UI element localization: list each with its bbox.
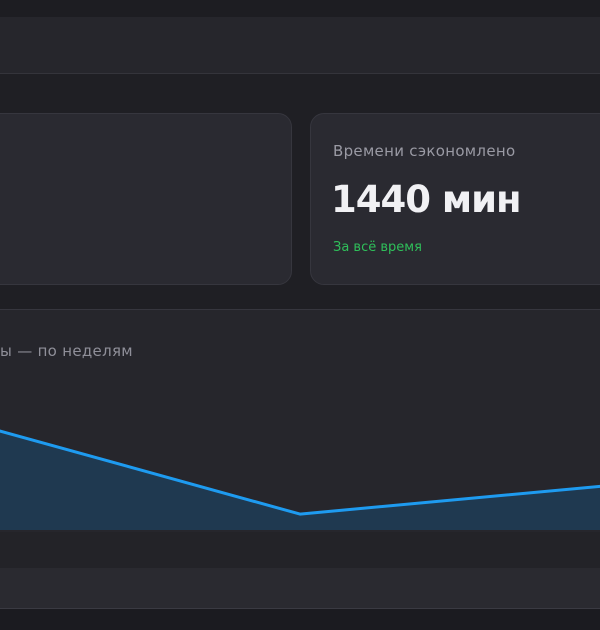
weekly-chart xyxy=(0,429,600,530)
bottom-strip xyxy=(0,609,600,630)
stat-card-time-saved: Времени сэкономлено 1440 мин За всё врем… xyxy=(310,113,600,285)
top-bar xyxy=(0,17,600,74)
chart-bottom-band xyxy=(0,532,600,569)
stat-card-sublabel: За всё время xyxy=(333,240,422,255)
stat-card-value: 1440 мин xyxy=(331,178,522,221)
stat-card-left: о xyxy=(0,113,292,285)
stat-card-label: Времени сэкономлено xyxy=(333,142,516,160)
window-top-strip xyxy=(0,0,600,17)
footer-bar xyxy=(0,568,600,609)
